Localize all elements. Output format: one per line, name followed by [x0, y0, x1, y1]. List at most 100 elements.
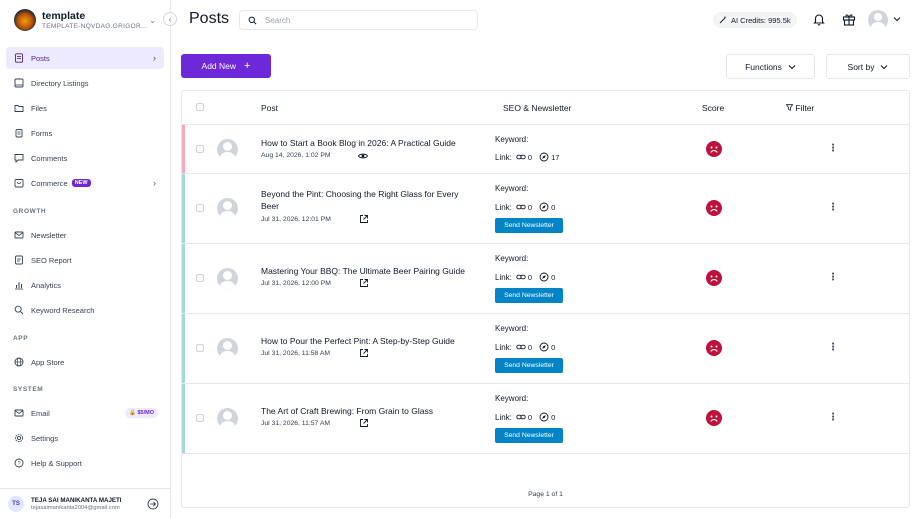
page-title: Posts [189, 10, 230, 27]
chevron-down-icon[interactable] [893, 15, 901, 23]
table-row[interactable]: Mastering Your BBQ: The Ultimate Beer Pa… [182, 244, 909, 314]
post-title[interactable]: Beyond the Pint: Choosing the Right Glas… [261, 188, 476, 212]
send-newsletter-button[interactable]: Send Newsletter [495, 358, 563, 373]
link-count: 0 [527, 272, 533, 282]
link-count: 0 [527, 412, 533, 422]
sidebar-item-settings[interactable]: Settings [6, 427, 164, 449]
compass-icon [539, 272, 549, 282]
more-options-icon[interactable]: ⋮ [828, 273, 838, 283]
table-row[interactable]: Beyond the Pint: Choosing the Right Glas… [182, 174, 909, 244]
send-newsletter-button[interactable]: Send Newsletter [495, 428, 563, 443]
workspace-name: template [42, 10, 86, 22]
sort-by-button[interactable]: Sort by [826, 54, 910, 79]
row-checkbox[interactable] [196, 145, 204, 153]
sidebar-item-label: Help & Support [31, 458, 82, 468]
external-link-icon[interactable] [359, 214, 369, 224]
sidebar-item-email[interactable]: Email 🔒 $5/MO [6, 402, 164, 424]
link-count: 0 [527, 202, 533, 212]
send-newsletter-button[interactable]: Send Newsletter [495, 288, 563, 303]
sidebar-item-label: Newsletter [31, 230, 67, 240]
help-icon: ? [14, 458, 24, 468]
sidebar-item-posts[interactable]: Posts › [6, 47, 164, 69]
post-title[interactable]: How to Start a Book Blog in 2026: A Prac… [261, 137, 476, 149]
chevron-right-icon: › [153, 178, 156, 188]
external-link-icon[interactable] [359, 348, 369, 358]
gift-icon[interactable] [842, 12, 856, 26]
logout-icon[interactable] [147, 498, 159, 510]
filter-button[interactable]: Filter [785, 103, 814, 113]
magic-wand-icon [719, 16, 726, 24]
sidebar-item-newsletter[interactable]: Newsletter [6, 224, 164, 246]
link-stats: Link: 0 0 [495, 202, 558, 212]
link-label: Link: [495, 412, 512, 422]
sidebar-item-forms[interactable]: Forms [6, 122, 164, 144]
posts-table: Post SEO & Newsletter Score Filter How t… [181, 90, 910, 508]
compass-icon [539, 202, 549, 212]
table-row[interactable]: The Art of Craft Brewing: From Grain to … [182, 384, 909, 454]
add-new-button[interactable]: Add New + [181, 54, 271, 78]
sidebar-item-help-support[interactable]: ? Help & Support [6, 452, 164, 474]
sidebar-item-label: Analytics [31, 280, 62, 290]
account-avatar[interactable] [868, 10, 888, 30]
post-title[interactable]: How to Pour the Perfect Pint: A Step-by-… [261, 335, 476, 347]
more-options-icon[interactable]: ⋮ [828, 413, 838, 423]
user-profile[interactable]: TS TEJA SAI MANIKANTA MAJETI tejasaimani… [0, 488, 171, 518]
row-checkbox[interactable] [196, 344, 204, 352]
bell-icon[interactable] [812, 12, 826, 26]
view-count: 0 [551, 412, 556, 422]
search-input[interactable] [265, 15, 465, 25]
sidebar-item-keyword-research[interactable]: Keyword Research [6, 299, 164, 321]
sidebar-item-comments[interactable]: Comments [6, 147, 164, 169]
more-options-icon[interactable]: ⋮ [828, 203, 838, 213]
link-stats: Link: 0 0 [495, 342, 558, 352]
chevron-right-icon: › [153, 53, 156, 63]
functions-button[interactable]: Functions [726, 54, 815, 79]
post-date: Aug 14, 2026, 1:02 PM [261, 152, 331, 159]
table-header: Post SEO & Newsletter Score Filter [182, 91, 909, 125]
external-link-icon[interactable] [359, 278, 369, 288]
link-icon [516, 414, 526, 420]
link-stats: Link: 0 0 [495, 412, 558, 422]
search-icon [14, 305, 24, 315]
author-avatar [217, 198, 238, 219]
row-checkbox[interactable] [196, 414, 204, 422]
link-icon [516, 204, 526, 210]
chevron-down-icon [788, 64, 796, 69]
score-sad-icon [706, 340, 722, 356]
sidebar-item-files[interactable]: Files [6, 97, 164, 119]
post-title[interactable]: Mastering Your BBQ: The Ultimate Beer Pa… [261, 265, 476, 277]
sidebar-item-analytics[interactable]: Analytics [6, 274, 164, 296]
eye-icon[interactable] [358, 151, 368, 161]
sidebar: template TEMPLATE-NQVDAG.GRIGOR... ⌄ Pos… [0, 0, 171, 518]
post-title[interactable]: The Art of Craft Brewing: From Grain to … [261, 405, 476, 417]
score-sad-icon [706, 270, 722, 286]
collapse-sidebar-button[interactable]: ‹ [163, 12, 177, 26]
ai-credits-badge[interactable]: AI Credits: 995.5k [713, 12, 797, 28]
workspace-switcher[interactable]: template TEMPLATE-NQVDAG.GRIGOR... ⌄ [14, 8, 164, 32]
chart-icon [14, 280, 24, 290]
column-header-post: Post [261, 103, 279, 113]
compass-icon [539, 412, 549, 422]
more-options-icon[interactable]: ⋮ [828, 144, 838, 154]
external-link-icon[interactable] [359, 418, 369, 428]
select-all-checkbox[interactable] [196, 103, 204, 111]
sidebar-item-app-store[interactable]: App Store [6, 351, 164, 373]
link-stats: Link: 0 0 [495, 272, 558, 282]
post-date: Jul 31, 2026, 11:57 AM [261, 420, 331, 427]
ai-credits-label: AI Credits: 995.5k [731, 15, 791, 25]
send-newsletter-button[interactable]: Send Newsletter [495, 218, 563, 233]
link-icon [516, 154, 526, 160]
sidebar-item-seo-report[interactable]: SEO Report [6, 249, 164, 271]
link-label: Link: [495, 342, 512, 352]
listing-icon [14, 78, 24, 88]
author-avatar [217, 338, 238, 359]
sidebar-item-directory-listings[interactable]: Directory Listings [6, 72, 164, 94]
row-checkbox[interactable] [196, 204, 204, 212]
table-row[interactable]: How to Start a Book Blog in 2026: A Prac… [182, 125, 909, 174]
sidebar-item-commerce[interactable]: Commerce NEW › [6, 172, 164, 194]
table-row[interactable]: How to Pour the Perfect Pint: A Step-by-… [182, 314, 909, 384]
row-checkbox[interactable] [196, 274, 204, 282]
section-label-app: APP [13, 335, 29, 342]
more-options-icon[interactable]: ⋮ [828, 343, 838, 353]
sidebar-item-label: Files [31, 103, 47, 113]
